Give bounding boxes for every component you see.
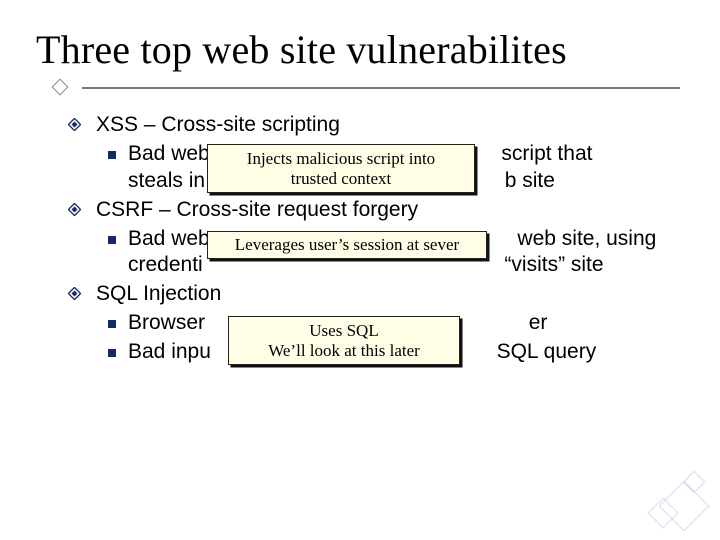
- callout-line: Leverages user’s session at sever: [235, 235, 459, 254]
- text-post: SQL query: [497, 340, 597, 363]
- text-pre2: steals in: [128, 169, 205, 192]
- underline-dash: [82, 87, 680, 89]
- slide: Three top web site vulnerabilites XSS – …: [0, 0, 720, 540]
- text-post2: “visits” site: [504, 253, 603, 276]
- text-pre: Bad web: [128, 142, 210, 165]
- callout-line: Injects malicious script into: [247, 149, 435, 168]
- callout-xss: Injects malicious script into trusted co…: [207, 144, 475, 193]
- text-pre2: credenti: [128, 253, 203, 276]
- heading-text: SQL Injection: [96, 282, 221, 305]
- heading-text: XSS – Cross-site scripting: [96, 113, 340, 136]
- square-bullet-icon: [108, 320, 116, 328]
- text-pre: Browser: [128, 311, 205, 334]
- text-pre: Bad inpu: [128, 340, 211, 363]
- callout-line: trusted context: [291, 169, 392, 188]
- corner-decoration: [642, 464, 712, 534]
- text-post: web site, using: [517, 227, 656, 250]
- callout-line: Uses SQL: [309, 321, 378, 340]
- callout-sql: Uses SQL We’ll look at this later: [228, 316, 460, 365]
- section-heading-sql: SQL Injection: [72, 281, 670, 308]
- diamond-bullet-icon: [68, 287, 81, 300]
- square-bullet-icon: [108, 236, 116, 244]
- diamond-icon: [52, 79, 69, 96]
- text-pre: Bad web: [128, 227, 210, 250]
- diamond-bullet-icon: [68, 118, 81, 131]
- text-post2: b site: [505, 169, 555, 192]
- title-underline: [54, 82, 680, 94]
- slide-title: Three top web site vulnerabilites: [36, 26, 567, 73]
- section-heading-csrf: CSRF – Cross-site request forgery: [72, 197, 670, 224]
- square-bullet-icon: [108, 151, 116, 159]
- text-post: script that: [501, 142, 592, 165]
- heading-text: CSRF – Cross-site request forgery: [96, 198, 418, 221]
- diamond-bullet-icon: [68, 203, 81, 216]
- callout-line: We’ll look at this later: [268, 341, 420, 360]
- square-bullet-icon: [108, 349, 116, 357]
- callout-csrf: Leverages user’s session at sever: [207, 231, 487, 259]
- section-heading-xss: XSS – Cross-site scripting: [72, 112, 670, 139]
- text-post: er: [529, 311, 548, 334]
